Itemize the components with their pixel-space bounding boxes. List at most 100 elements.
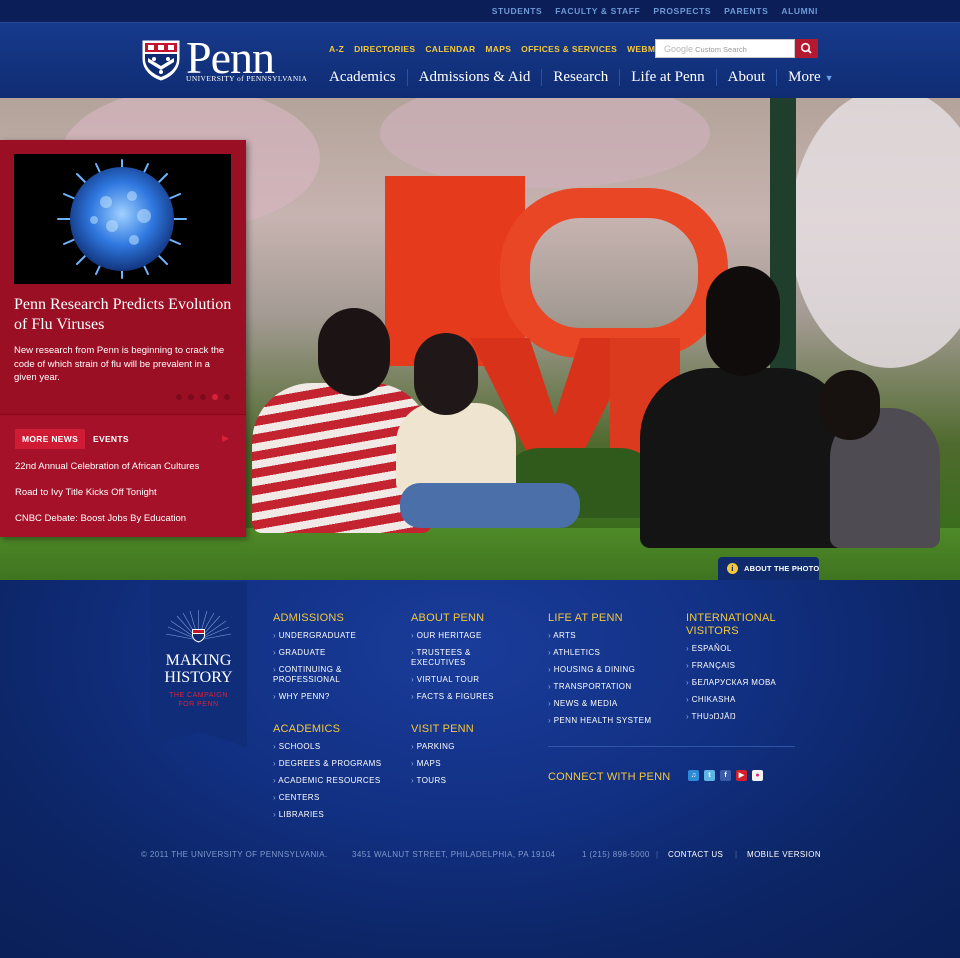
- audience-link-prospects[interactable]: PROSPECTS: [653, 6, 711, 16]
- footer-link[interactable]: ATHLETICS: [548, 648, 678, 658]
- utility-link-maps[interactable]: MAPS: [485, 44, 511, 54]
- footer-list-life-at-penn: ARTS ATHLETICS HOUSING & DINING TRANSPOR…: [548, 631, 678, 726]
- feature-title[interactable]: Penn Research Predicts Evolution of Flu …: [14, 295, 234, 335]
- footer-col-academics: ACADEMICS SCHOOLS DEGREES & PROGRAMS ACA…: [273, 723, 398, 827]
- footer-list-international: ESPAÑOL FRANÇAIS БЕЛАРУСКАЯ МОВА CHIKASH…: [686, 644, 806, 722]
- student-black-top: [640, 368, 850, 548]
- news-panel: MORE NEWS EVENTS ▶ 22nd Annual Celebrati…: [0, 414, 246, 537]
- student-head: [706, 266, 780, 376]
- facebook-icon[interactable]: f: [720, 770, 731, 781]
- slide-dot[interactable]: [188, 394, 194, 400]
- penn-shield-icon: [142, 40, 180, 81]
- campaign-subtitle-line: FOR PENN: [178, 701, 219, 708]
- utility-link-calendar[interactable]: CALENDAR: [425, 44, 475, 54]
- footer-heading-admissions[interactable]: ADMISSIONS: [273, 612, 398, 625]
- about-photo-button[interactable]: i ABOUT THE PHOTO: [718, 557, 819, 580]
- mobile-version-link[interactable]: MOBILE VERSION: [747, 850, 821, 859]
- footer-link[interactable]: БЕЛАРУСКАЯ МОВА: [686, 678, 806, 688]
- footer-link[interactable]: PARKING: [411, 742, 536, 752]
- footer-divider: [548, 746, 795, 747]
- footer-link[interactable]: ARTS: [548, 631, 678, 641]
- flickr-icon[interactable]: ●: [752, 770, 763, 781]
- footer-link[interactable]: OUR HERITAGE: [411, 631, 536, 641]
- footer-link[interactable]: FRANÇAIS: [686, 661, 806, 671]
- nav-more[interactable]: More ▼: [776, 69, 844, 86]
- nav-life-at-penn[interactable]: Life at Penn: [619, 69, 715, 86]
- footer-heading-international[interactable]: INTERNATIONAL VISITORS: [686, 612, 806, 638]
- footer-link[interactable]: GRADUATE: [273, 648, 398, 658]
- news-list: 22nd Annual Celebration of African Cultu…: [15, 461, 199, 539]
- student-head: [820, 370, 880, 440]
- arrow-right-icon[interactable]: ▶: [222, 433, 229, 444]
- footer-link[interactable]: HOUSING & DINING: [548, 665, 678, 675]
- audience-bar: STUDENTS FACULTY & STAFF PROSPECTS PAREN…: [0, 0, 960, 22]
- feature-image[interactable]: [14, 154, 231, 284]
- utility-link-offices-services[interactable]: OFFICES & SERVICES: [521, 44, 617, 54]
- footer-link[interactable]: WHY PENN?: [273, 692, 398, 702]
- footer-col-life-at-penn: LIFE AT PENN ARTS ATHLETICS HOUSING & DI…: [548, 612, 678, 733]
- tab-more-news[interactable]: MORE NEWS: [15, 429, 86, 449]
- footer-link[interactable]: ACADEMIC RESOURCES: [273, 776, 398, 786]
- footer-link[interactable]: DEGREES & PROGRAMS: [273, 759, 398, 769]
- footer-heading-about-penn[interactable]: ABOUT PENN: [411, 612, 536, 625]
- search-input[interactable]: Google Custom Search: [655, 39, 795, 58]
- tab-events[interactable]: EVENTS: [93, 434, 129, 444]
- footer-link[interactable]: TRUSTEES & EXECUTIVES: [411, 648, 483, 668]
- phone-text: 1 (215) 898-5000: [582, 850, 650, 859]
- slide-dot[interactable]: [200, 394, 206, 400]
- contact-us-link[interactable]: CONTACT US: [668, 850, 723, 859]
- footer-link[interactable]: CONTINUING & PROFESSIONAL: [273, 665, 355, 685]
- slide-dot[interactable]: [176, 394, 182, 400]
- search-brand: Google: [664, 44, 694, 54]
- footer-col-about-penn: ABOUT PENN OUR HERITAGE TRUSTEES & EXECU…: [411, 612, 536, 709]
- connect-heading: CONNECT WITH PENN: [548, 771, 671, 783]
- footer-link[interactable]: TRANSPORTATION: [548, 682, 678, 692]
- footer-link[interactable]: UNDERGRADUATE: [273, 631, 398, 641]
- footer-col-visit-penn: VISIT PENN PARKING MAPS TOURS: [411, 723, 536, 793]
- footer-heading-life-at-penn[interactable]: LIFE AT PENN: [548, 612, 678, 625]
- news-item[interactable]: Road to Ivy Title Kicks Off Tonight: [15, 487, 199, 513]
- penn-logo[interactable]: Penn UNIVERSITY of PENNSYLVANIA: [140, 32, 307, 87]
- footer-list-admissions: UNDERGRADUATE GRADUATE CONTINUING & PROF…: [273, 631, 398, 702]
- footer-link[interactable]: THUɔŊJÄŊ: [686, 712, 806, 722]
- footer-col-admissions: ADMISSIONS UNDERGRADUATE GRADUATE CONTIN…: [273, 612, 398, 709]
- itunes-icon[interactable]: ♫: [688, 770, 699, 781]
- footer-heading-academics[interactable]: ACADEMICS: [273, 723, 398, 736]
- main-nav: Academics Admissions & Aid Research Life…: [329, 69, 845, 86]
- news-item[interactable]: 22nd Annual Celebration of African Cultu…: [15, 461, 199, 487]
- utility-link-directories[interactable]: DIRECTORIES: [354, 44, 415, 54]
- twitter-icon[interactable]: t: [704, 770, 715, 781]
- nav-academics[interactable]: Academics: [329, 69, 407, 86]
- audience-link-parents[interactable]: PARENTS: [724, 6, 768, 16]
- campaign-title-line: HISTORY: [164, 669, 233, 686]
- footer-link[interactable]: LIBRARIES: [273, 810, 398, 820]
- footer-link[interactable]: NEWS & MEDIA: [548, 699, 678, 709]
- footer-heading-visit-penn[interactable]: VISIT PENN: [411, 723, 536, 736]
- nav-admissions-aid[interactable]: Admissions & Aid: [406, 69, 542, 86]
- utility-link-a-z[interactable]: A-Z: [329, 44, 344, 54]
- footer-link[interactable]: CHIKASHA: [686, 695, 806, 705]
- news-item[interactable]: CNBC Debate: Boost Jobs By Education: [15, 513, 199, 539]
- audience-link-faculty-staff[interactable]: FACULTY & STAFF: [555, 6, 640, 16]
- footer-link[interactable]: CENTERS: [273, 793, 398, 803]
- nav-about[interactable]: About: [715, 69, 777, 86]
- nav-research[interactable]: Research: [541, 69, 619, 86]
- footer-link[interactable]: MAPS: [411, 759, 536, 769]
- footer-list-academics: SCHOOLS DEGREES & PROGRAMS ACADEMIC RESO…: [273, 742, 398, 820]
- blossom-tree: [380, 98, 710, 188]
- footer-link[interactable]: PENN HEALTH SYSTEM: [548, 716, 678, 726]
- footer-link[interactable]: TOURS: [411, 776, 536, 786]
- search-button[interactable]: [795, 39, 818, 58]
- footer-link[interactable]: FACTS & FIGURES: [411, 692, 536, 702]
- slide-dot-active[interactable]: [212, 394, 218, 400]
- footer-link[interactable]: ESPAÑOL: [686, 644, 806, 654]
- love-sculpture-o: [500, 188, 728, 358]
- footer-link[interactable]: VIRTUAL TOUR: [411, 675, 536, 685]
- youtube-icon[interactable]: ▶: [736, 770, 747, 781]
- audience-link-students[interactable]: STUDENTS: [492, 6, 543, 16]
- social-links: ♫ t f ▶ ●: [688, 770, 763, 781]
- footer-link[interactable]: SCHOOLS: [273, 742, 398, 752]
- blossom-tree: [790, 98, 960, 368]
- slide-dot[interactable]: [224, 394, 230, 400]
- audience-link-alumni[interactable]: ALUMNI: [781, 6, 818, 16]
